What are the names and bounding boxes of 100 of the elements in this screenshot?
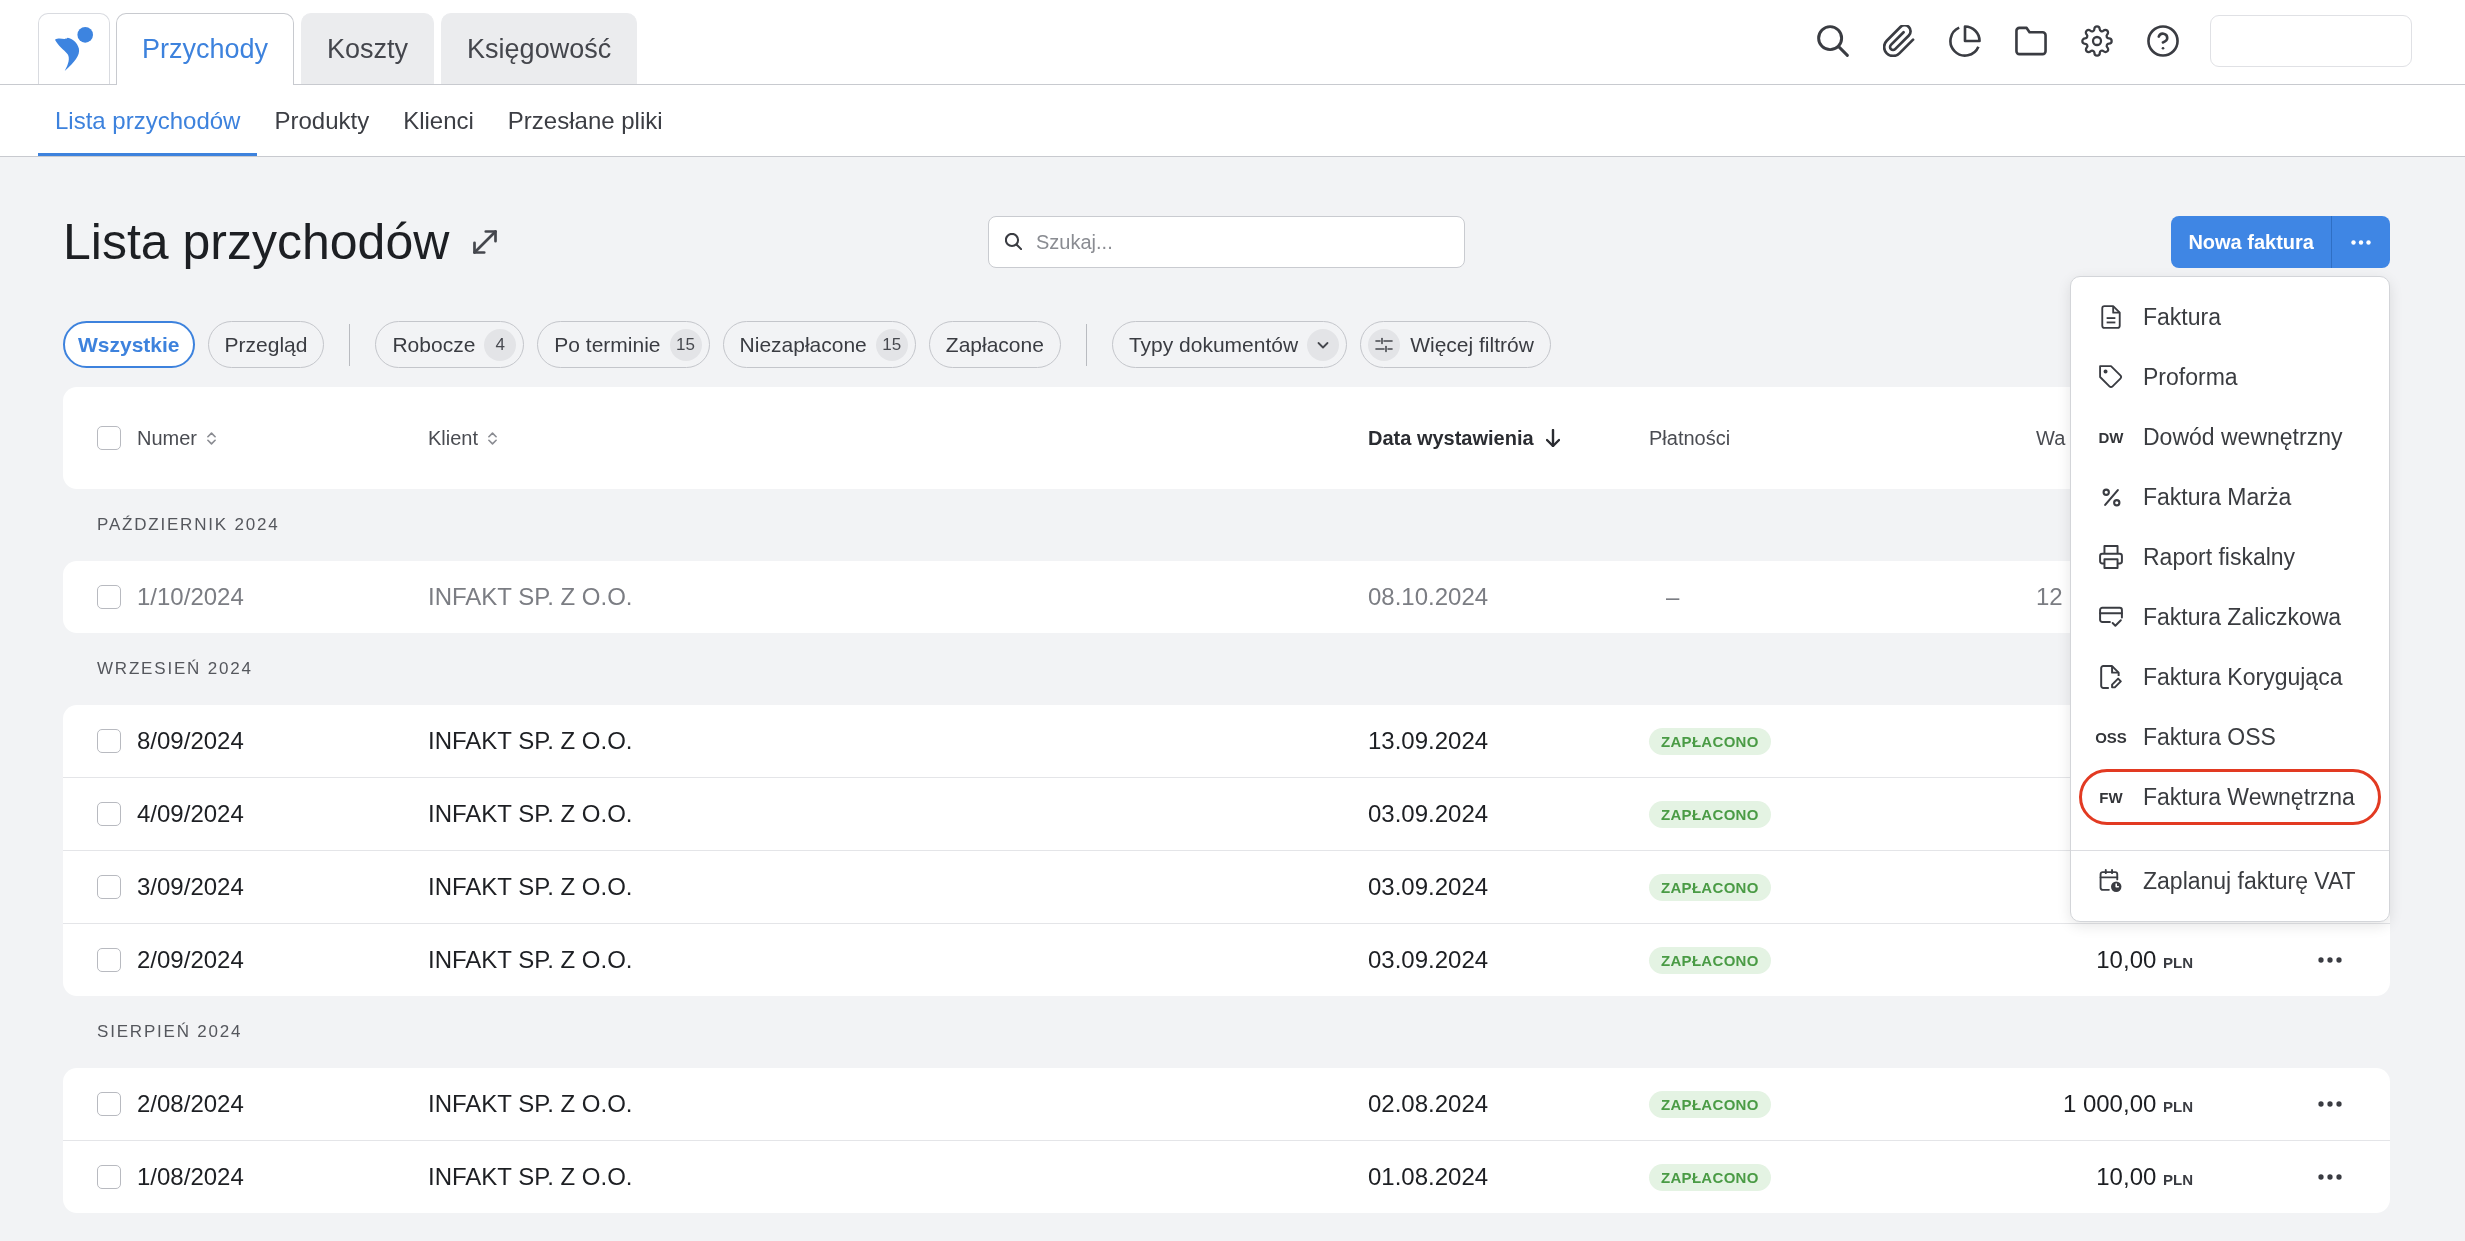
checkbox[interactable] bbox=[97, 1165, 121, 1189]
more-icon[interactable] bbox=[2318, 1174, 2342, 1180]
payment-status-badge: ZAPŁACONO bbox=[1649, 800, 1771, 828]
sort-icon bbox=[488, 430, 498, 446]
invoice-number: 2/08/2024 bbox=[137, 1090, 244, 1118]
payment-status-badge: ZAPŁACONO bbox=[1649, 946, 1771, 974]
percent-icon bbox=[2101, 487, 2121, 507]
sort-icon bbox=[207, 430, 216, 446]
amount-text: 10,00 PLN bbox=[2096, 1163, 2193, 1191]
paperclip-icon[interactable] bbox=[1883, 25, 1915, 57]
invoice-number: 8/09/2024 bbox=[137, 727, 244, 755]
search-icon bbox=[1005, 233, 1022, 250]
invoice-number: 3/09/2024 bbox=[137, 873, 244, 901]
menu-item[interactable]: Proforma bbox=[2079, 349, 2381, 405]
invoice-number: 2/09/2024 bbox=[137, 946, 244, 974]
menu-item[interactable]: Faktura bbox=[2079, 289, 2381, 345]
subnav-tab[interactable]: Lista przychodów bbox=[38, 85, 258, 156]
payment-status-badge: ZAPŁACONO bbox=[1649, 727, 1771, 755]
client-name: INFAKT SP. Z O.O. bbox=[428, 1163, 633, 1191]
document-edit-icon bbox=[2099, 665, 2123, 689]
group-heading: SIERPIEŃ 2024 bbox=[97, 1022, 243, 1042]
page-title: Lista przychodów bbox=[63, 213, 450, 272]
checkbox[interactable] bbox=[97, 426, 121, 450]
issue-date: 02.08.2024 bbox=[1368, 1090, 1489, 1118]
group-heading: WRZESIEŃ 2024 bbox=[97, 659, 253, 679]
menu-item[interactable]: Zaplanuj fakturę VAT bbox=[2079, 853, 2381, 909]
invoice-number: 1/10/2024 bbox=[137, 583, 244, 611]
menu-item[interactable]: Raport fiskalny bbox=[2079, 529, 2381, 585]
module-tab[interactable]: Koszty bbox=[301, 13, 435, 84]
issue-date: 01.08.2024 bbox=[1368, 1163, 1489, 1191]
menu-item[interactable]: Faktura Marża bbox=[2079, 469, 2381, 525]
column-header[interactable]: Data wystawienia bbox=[1368, 426, 1560, 450]
amount-text: 10,00 PLN bbox=[2096, 946, 2193, 974]
client-name: INFAKT SP. Z O.O. bbox=[428, 1090, 633, 1118]
new-invoice-button[interactable]: Nowa faktura bbox=[2171, 216, 2331, 268]
calendar-clock-icon bbox=[2099, 869, 2123, 893]
menu-item[interactable]: OSS Faktura OSS bbox=[2079, 709, 2381, 765]
chevron-down-icon bbox=[1307, 328, 1340, 361]
tag-icon bbox=[2099, 365, 2123, 389]
abbreviation-label: FW bbox=[2099, 788, 2123, 806]
amount-text: 12 bbox=[2036, 583, 2063, 611]
search-field[interactable]: Szukaj... bbox=[988, 216, 1465, 268]
filter-chip[interactable]: Wszystkie bbox=[63, 321, 195, 368]
invoice-number: 4/09/2024 bbox=[137, 800, 244, 828]
logo-tab[interactable] bbox=[38, 13, 110, 84]
client-name: INFAKT SP. Z O.O. bbox=[428, 583, 633, 611]
menu-item[interactable]: DW Dowód wewnętrzny bbox=[2079, 409, 2381, 465]
count-badge: 15 bbox=[669, 328, 702, 361]
module-tab[interactable]: Przychody bbox=[116, 13, 295, 85]
client-name: INFAKT SP. Z O.O. bbox=[428, 873, 633, 901]
pie-chart-icon[interactable] bbox=[1949, 25, 1981, 57]
checkbox[interactable] bbox=[97, 875, 121, 899]
client-name: INFAKT SP. Z O.O. bbox=[428, 946, 633, 974]
menu-item[interactable]: Faktura Korygująca bbox=[2079, 649, 2381, 705]
settings-icon[interactable] bbox=[2081, 25, 2113, 57]
client-name: INFAKT SP. Z O.O. bbox=[428, 727, 633, 755]
client-name: INFAKT SP. Z O.O. bbox=[428, 800, 633, 828]
checkbox[interactable] bbox=[97, 802, 121, 826]
more-icon[interactable] bbox=[2318, 957, 2342, 963]
group-heading: PAŹDZIERNIK 2024 bbox=[97, 515, 280, 535]
checkbox[interactable] bbox=[97, 729, 121, 753]
payment-status-badge: ZAPŁACONO bbox=[1649, 1090, 1771, 1118]
printer-icon bbox=[2099, 545, 2123, 569]
checkbox[interactable] bbox=[97, 1092, 121, 1116]
menu-item[interactable]: Faktura Zaliczkowa bbox=[2079, 589, 2381, 645]
column-header[interactable]: Klient bbox=[428, 426, 498, 450]
module-tab[interactable]: Księgowość bbox=[441, 13, 638, 84]
search-icon[interactable] bbox=[1817, 25, 1849, 57]
invoice-number: 1/08/2024 bbox=[137, 1163, 244, 1191]
payment-text: – bbox=[1666, 583, 1680, 611]
column-header: Wa bbox=[2036, 426, 2066, 450]
more-icon bbox=[2351, 239, 2371, 245]
help-icon[interactable] bbox=[2147, 25, 2179, 57]
column-header: Płatności bbox=[1649, 426, 1731, 450]
issue-date: 03.09.2024 bbox=[1368, 873, 1489, 901]
subnav-tab[interactable]: Produkty bbox=[257, 85, 387, 156]
sliders-icon bbox=[1368, 328, 1401, 361]
payment-status-badge: ZAPŁACONO bbox=[1649, 873, 1771, 901]
logo-icon bbox=[54, 26, 94, 72]
arrow-down-icon bbox=[1545, 429, 1560, 447]
issue-date: 03.09.2024 bbox=[1368, 946, 1489, 974]
more-icon[interactable] bbox=[2318, 1101, 2342, 1107]
expand-icon[interactable] bbox=[473, 230, 498, 254]
checkbox[interactable] bbox=[97, 948, 121, 972]
payment-status-badge: ZAPŁACONO bbox=[1649, 1163, 1771, 1191]
column-header[interactable]: Numer bbox=[137, 426, 216, 450]
subnav-tab[interactable]: Klienci bbox=[386, 85, 491, 156]
issue-date: 03.09.2024 bbox=[1368, 800, 1489, 828]
card-check-icon bbox=[2099, 605, 2123, 629]
count-badge: 4 bbox=[484, 328, 517, 361]
count-badge: 15 bbox=[875, 328, 908, 361]
folder-icon[interactable] bbox=[2015, 25, 2047, 57]
issue-date: 08.10.2024 bbox=[1368, 583, 1489, 611]
checkbox[interactable] bbox=[97, 585, 121, 609]
issue-date: 13.09.2024 bbox=[1368, 727, 1489, 755]
menu-item[interactable]: FW Faktura Wewnętrzna bbox=[2079, 769, 2381, 825]
amount-text: 1 000,00 PLN bbox=[2062, 1090, 2193, 1118]
abbreviation-label: OSS bbox=[2095, 728, 2127, 746]
subnav-tab[interactable]: Przesłane pliki bbox=[490, 85, 680, 156]
document-icon bbox=[2099, 305, 2123, 329]
